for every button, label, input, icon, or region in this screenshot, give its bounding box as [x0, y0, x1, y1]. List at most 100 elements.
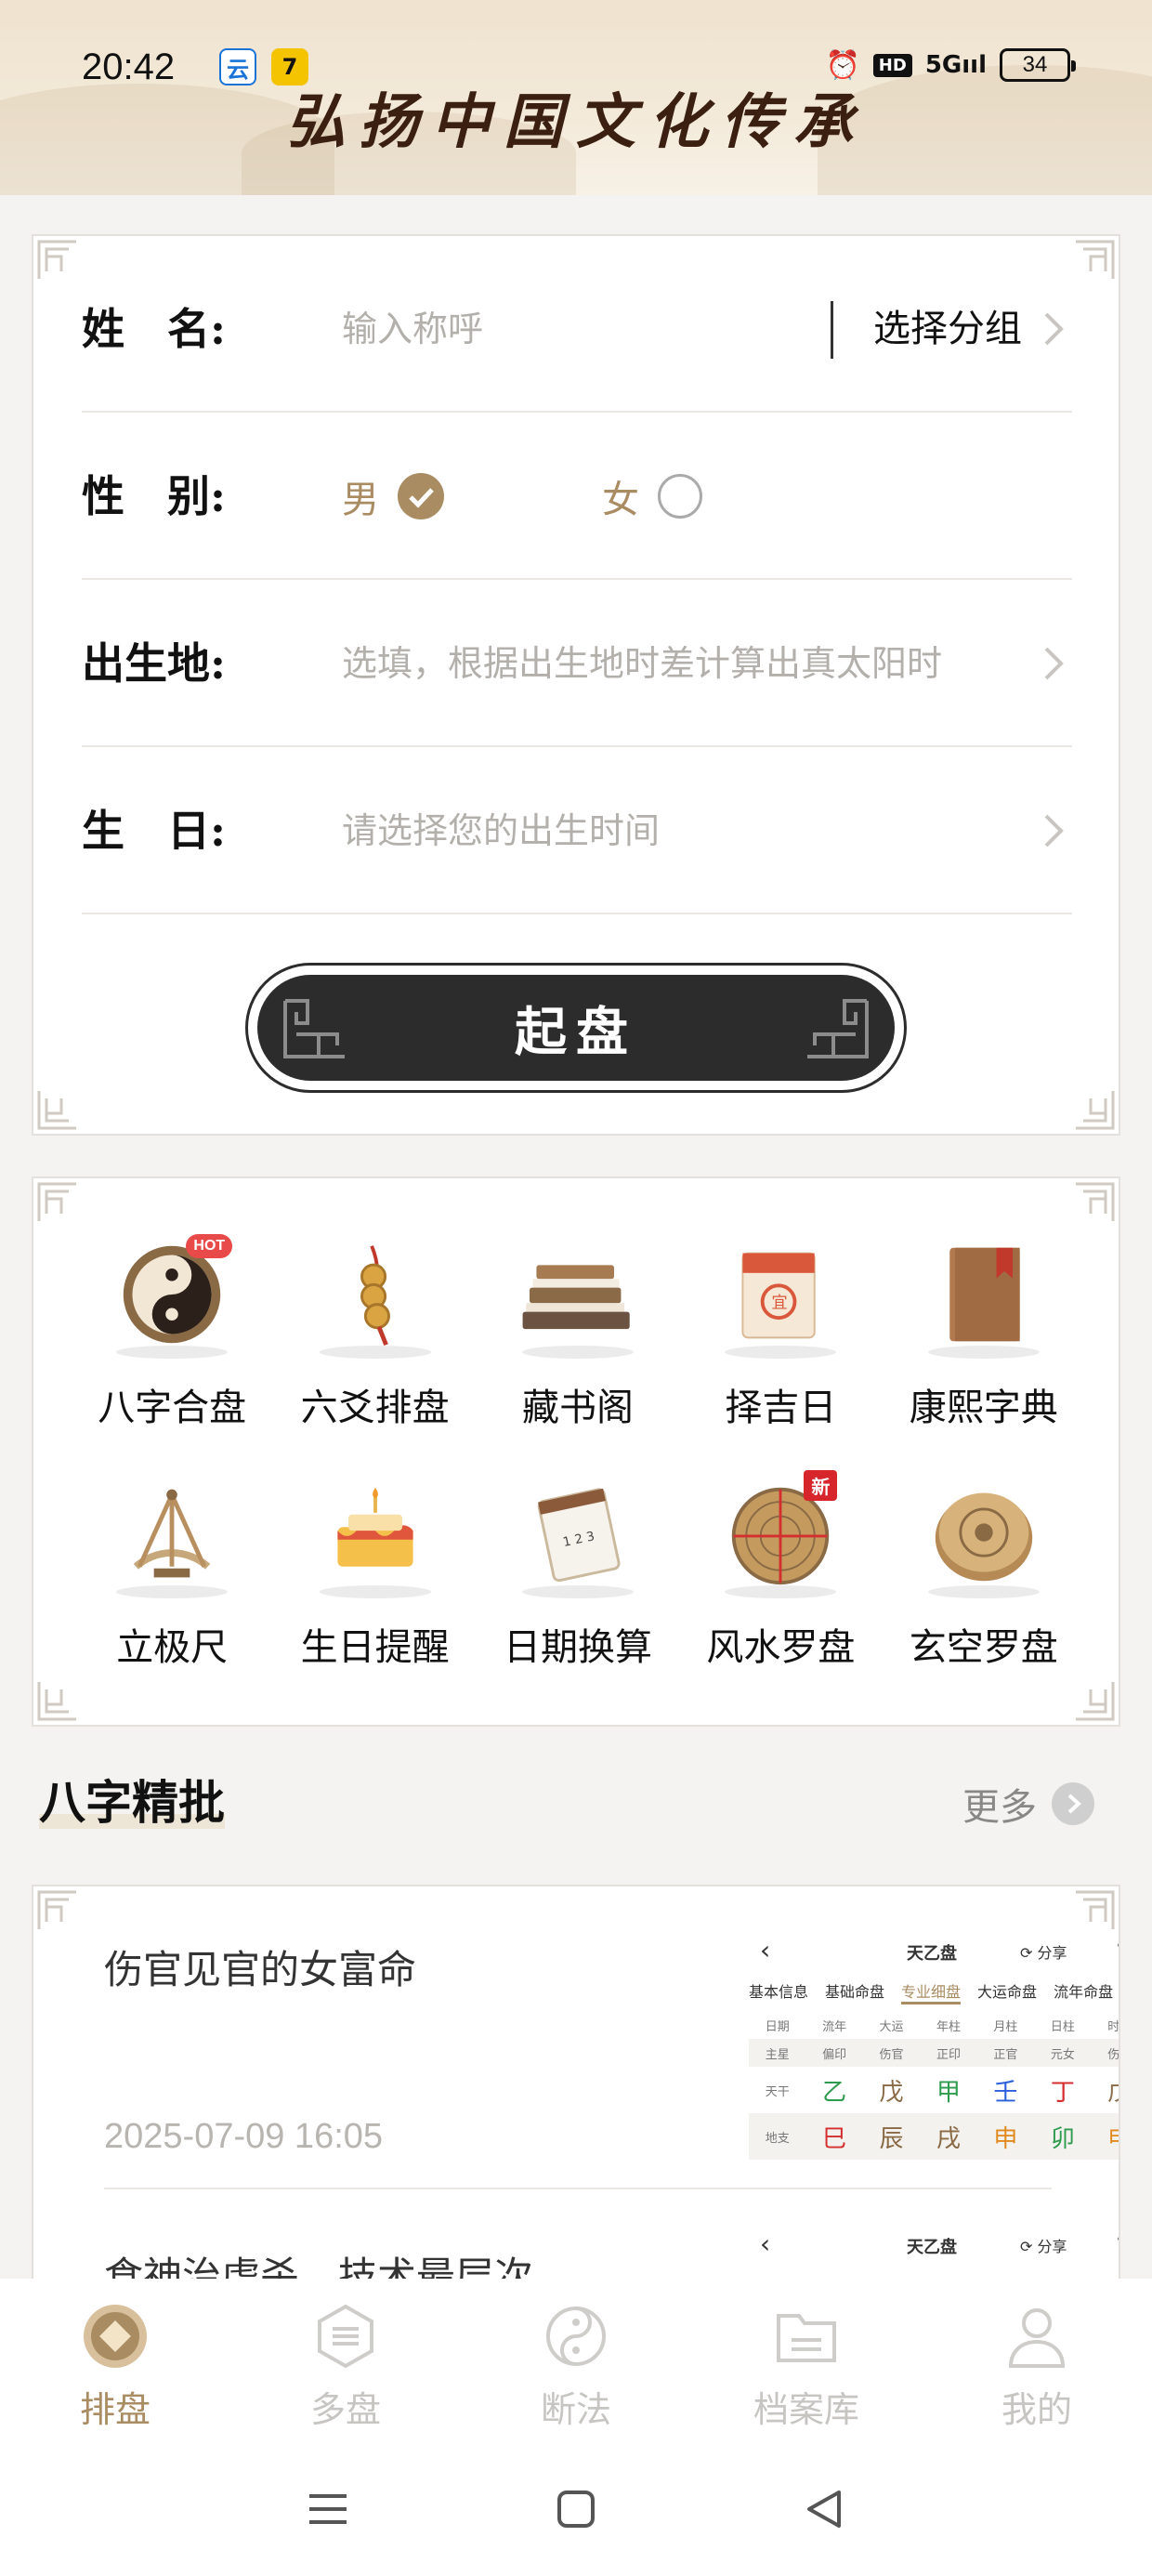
share-label: ⟳ 分享 — [1020, 2238, 1067, 2255]
corner-ornament — [1074, 240, 1115, 281]
thumb-tab: 基本信息 — [749, 1983, 809, 2001]
gender-male-label: 男 — [342, 479, 379, 521]
tool-xuankong-compass[interactable]: 玄空罗盘 — [883, 1474, 1085, 1697]
chart-form-card: 姓 名: 输入称呼 选择分组 性 别: 男 女 出生地: 选填，根据出生地时差计… — [32, 234, 1120, 1136]
date-calendar-icon: 1 2 3 — [517, 1474, 638, 1598]
tab-duopan[interactable]: 多盘 — [230, 2279, 461, 2446]
tab-duanfa[interactable]: 断法 — [461, 2279, 691, 2446]
chevron-right-icon[interactable] — [1035, 303, 1072, 355]
hd-icon: HD — [872, 53, 912, 77]
tool-liuyao[interactable]: 六爻排盘 — [273, 1234, 476, 1457]
back-icon: ‹ — [760, 1935, 771, 1965]
thumb-title: 天乙盘 — [907, 1944, 957, 1964]
xuankong-compass-icon — [923, 1474, 1044, 1598]
article-date: 2025-07-09 16:05 — [104, 2117, 384, 2156]
tool-kangxi[interactable]: 康熙字典 — [883, 1234, 1085, 1457]
tool-label: 择吉日 — [725, 1387, 837, 1429]
group-select-button[interactable]: 选择分组 — [873, 245, 1022, 413]
gender-row: 性 别: 男 女 — [82, 413, 1072, 580]
svg-text:宜: 宜 — [772, 1295, 788, 1313]
chevron-right-icon — [1035, 805, 1072, 857]
tool-bazi-hepan[interactable]: HOT 八字合盘 — [71, 1234, 273, 1457]
tool-label: 风水罗盘 — [706, 1626, 856, 1669]
name-row: 姓 名: 输入称呼 选择分组 — [82, 245, 1072, 413]
tab-paipan[interactable]: 排盘 — [0, 2279, 230, 2446]
tool-birthday[interactable]: 生日提醒 — [273, 1474, 476, 1697]
compass-icon: 新 — [720, 1470, 841, 1598]
birthplace-row[interactable]: 出生地: 选填，根据出生地时差计算出真太阳时 — [82, 580, 1072, 747]
radio-unchecked-icon[interactable] — [658, 474, 702, 519]
birthday-row[interactable]: 生 日: 请选择您的出生时间 — [82, 747, 1072, 914]
gender-label: 性 别: — [82, 471, 226, 521]
cake-icon — [315, 1474, 436, 1598]
banner-title: 弘扬中国文化传承 — [286, 87, 866, 157]
section-title: 八字精批 — [39, 1775, 225, 1830]
menu-icon[interactable] — [302, 2483, 354, 2539]
thumb-tab-active: 专业细盘 — [901, 1979, 962, 2004]
bottom-tab-bar: 排盘 多盘 断法 档案库 我的 — [0, 2279, 1152, 2446]
gender-female-label: 女 — [602, 479, 639, 521]
books-icon — [517, 1234, 638, 1359]
start-chart-label: 起盘 — [515, 1001, 637, 1063]
coins-icon — [315, 1234, 436, 1359]
fret-ornament-icon — [278, 992, 352, 1066]
thumb-tab: 大运命盘 — [977, 1983, 1038, 2001]
fret-ornament-icon — [800, 992, 874, 1066]
tab-label: 断法 — [540, 2389, 611, 2430]
birthplace-label: 出生地: — [82, 638, 226, 689]
divider — [831, 301, 833, 359]
tool-label: 八字合盘 — [98, 1387, 247, 1429]
share-label: ⟳ 分享 — [1020, 1944, 1067, 1962]
article-thumbnail: ‹ 天乙盘 ⟳ 分享 ··· 基本信息 基础命盘 专业细盘 大运命盘 流年命盘 … — [749, 1933, 1119, 2175]
hot-badge: HOT — [186, 1234, 233, 1258]
yin-yang-icon: HOT — [111, 1234, 233, 1359]
tab-label: 档案库 — [753, 2389, 859, 2430]
dictionary-icon — [923, 1234, 1044, 1359]
corner-ornament — [37, 1089, 78, 1130]
system-nav-bar — [0, 2446, 1152, 2576]
calendar-icon: 宜 — [720, 1234, 841, 1359]
back-icon: ‹ — [760, 2228, 771, 2259]
tool-date-convert[interactable]: 1 2 3 日期换算 — [477, 1474, 679, 1697]
tab-mine[interactable]: 我的 — [922, 2279, 1152, 2446]
sextant-icon — [111, 1474, 232, 1598]
gender-male-option[interactable]: 男 — [342, 413, 444, 580]
birthday-input[interactable]: 请选择您的出生时间 — [342, 747, 660, 914]
tool-lijichi[interactable]: 立极尺 — [71, 1474, 273, 1697]
folder-icon — [771, 2301, 842, 2372]
tool-label: 藏书阁 — [521, 1387, 634, 1429]
name-input[interactable]: 输入称呼 — [342, 245, 483, 413]
tab-label: 排盘 — [79, 2389, 151, 2430]
radio-checked-icon[interactable] — [398, 473, 444, 519]
gender-female-option[interactable]: 女 — [602, 413, 702, 580]
start-chart-button[interactable]: 起盘 — [245, 963, 907, 1093]
thumb-tab: 流年命盘 — [1054, 1983, 1114, 2001]
tool-label: 康熙字典 — [909, 1387, 1058, 1429]
header-banner: 20:42 云 7 ⏰ HD 5Gııl 34 弘扬中国文化传承 — [0, 0, 1152, 195]
tab-archive[interactable]: 档案库 — [691, 2279, 922, 2446]
birthplace-input[interactable]: 选填，根据出生地时差计算出真太阳时 — [342, 580, 942, 747]
more-dots-icon: ··· — [1116, 1935, 1119, 1958]
back-icon[interactable] — [798, 2483, 850, 2539]
articles-card: 伤官见官的女富命 2025-07-09 16:05 ‹ 天乙盘 ⟳ 分享 ···… — [32, 1885, 1120, 2331]
tool-label: 立极尺 — [116, 1626, 229, 1669]
tool-label: 生日提醒 — [300, 1626, 450, 1669]
tool-cangshuge[interactable]: 藏书阁 — [477, 1234, 679, 1457]
more-dots-icon: ··· — [1116, 2228, 1119, 2252]
birthday-label: 生 日: — [82, 806, 226, 856]
tool-fengshui-compass[interactable]: 新 风水罗盘 — [679, 1470, 882, 1697]
article-item[interactable]: 伤官见官的女富命 2025-07-09 16:05 ‹ 天乙盘 ⟳ 分享 ···… — [71, 1886, 1119, 2189]
corner-ornament — [1074, 1182, 1115, 1223]
tool-label: 日期换算 — [503, 1626, 652, 1669]
more-button[interactable]: 更多 — [962, 1777, 1094, 1831]
corner-ornament — [37, 240, 78, 281]
thumb-tab: 基础命盘 — [825, 1983, 885, 2001]
paipan-icon — [80, 2301, 151, 2372]
home-icon[interactable] — [550, 2483, 602, 2539]
tab-label: 多盘 — [309, 2389, 381, 2430]
duopan-icon — [310, 2301, 381, 2372]
thumb-table: 日期流年大运年柱月柱日柱时柱 主星偏印伤官正印正官元女伤官 天干 乙 戊 甲 壬… — [749, 2011, 1119, 2160]
tool-zejiri[interactable]: 宜 择吉日 — [679, 1234, 882, 1457]
corner-ornament — [37, 1182, 78, 1223]
tool-label: 玄空罗盘 — [909, 1626, 1058, 1669]
